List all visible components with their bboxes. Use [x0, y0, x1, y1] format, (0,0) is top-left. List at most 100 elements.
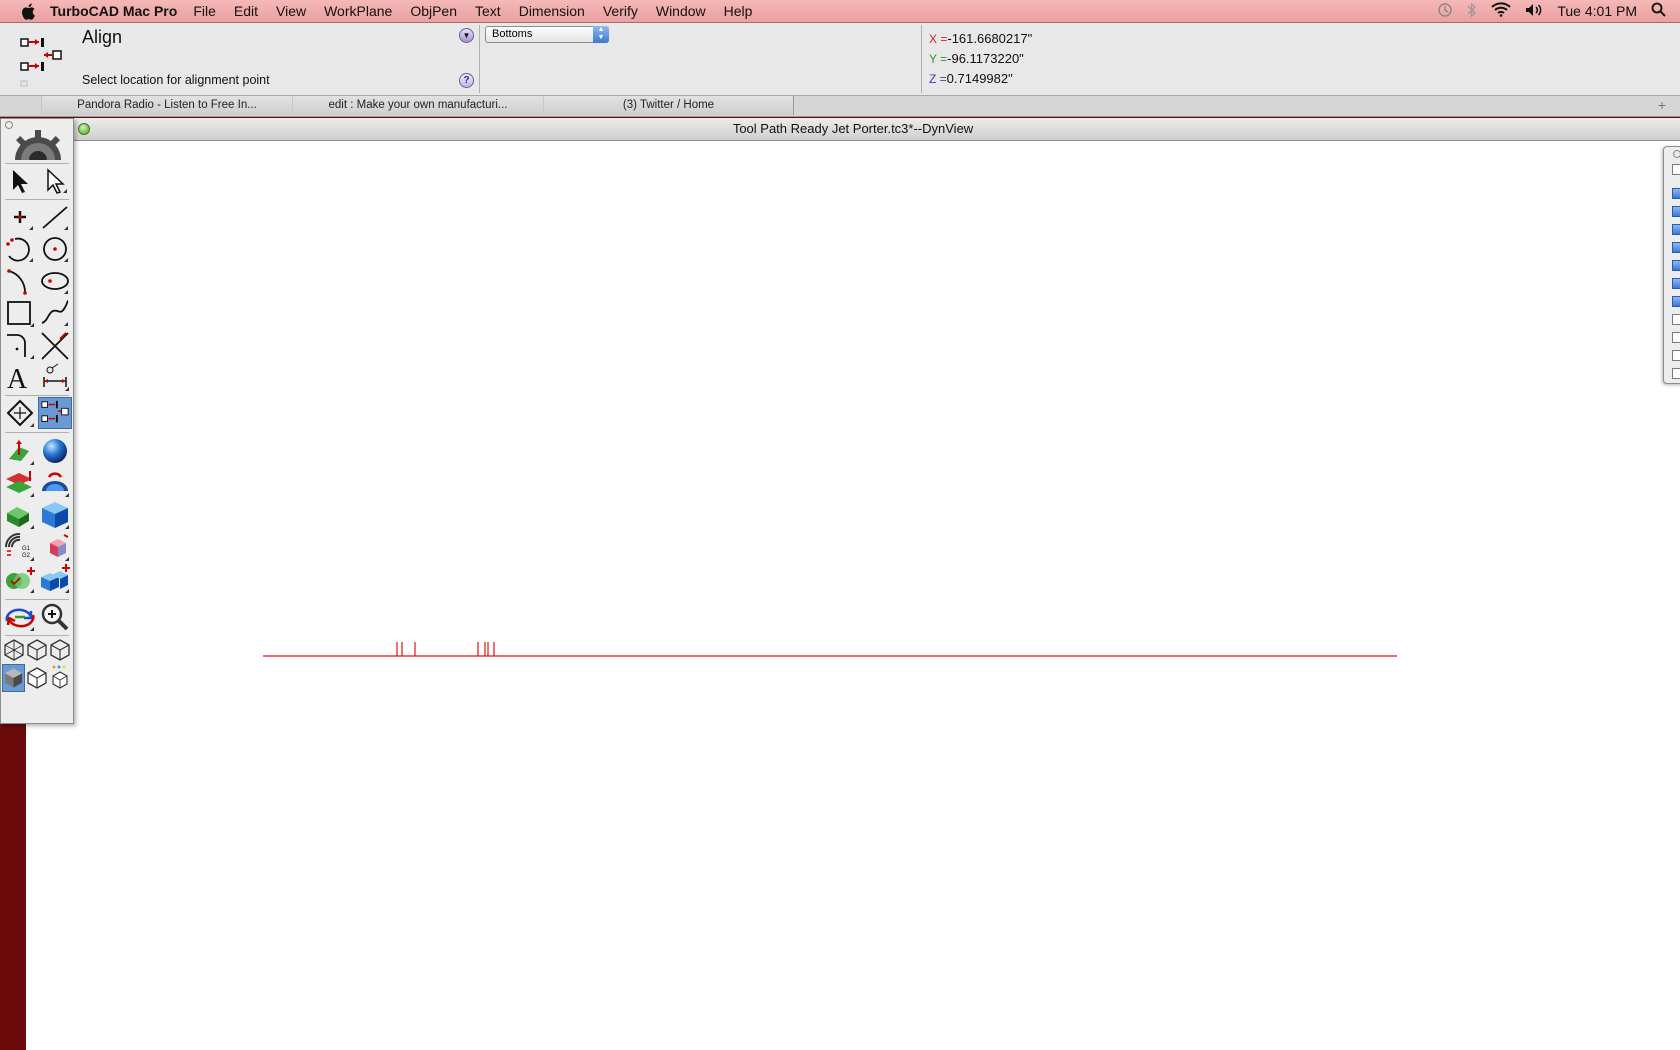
- 3d-boolean-tool-icon[interactable]: [38, 531, 72, 563]
- layer-visible-checkbox[interactable]: [1672, 278, 1680, 289]
- y-coordinate-label: Y =: [929, 52, 948, 66]
- layer-checkbox[interactable]: [1672, 164, 1680, 175]
- menu-help[interactable]: Help: [724, 3, 753, 19]
- menu-objpen[interactable]: ObjPen: [410, 3, 457, 19]
- 3d-revolve-tool-icon[interactable]: [3, 467, 37, 499]
- drawing-canvas[interactable]: [26, 141, 1680, 1050]
- gear-icon[interactable]: [9, 130, 67, 160]
- drawing-window: Tool Path Ready Jet Porter.tc3*--DynView: [26, 118, 1680, 1050]
- svg-text:G2: G2: [22, 553, 31, 559]
- render-settings-view-icon[interactable]: [49, 664, 71, 690]
- line-tool-icon[interactable]: [38, 201, 72, 233]
- layer-visible-checkbox[interactable]: [1672, 296, 1680, 307]
- palette-divider: [5, 163, 69, 164]
- menu-text[interactable]: Text: [475, 3, 501, 19]
- rotate-view-tool-icon[interactable]: [3, 601, 37, 633]
- palette-divider: [5, 432, 69, 433]
- x-coordinate-label: X =: [929, 32, 948, 46]
- layer-visible-checkbox[interactable]: [1672, 350, 1680, 361]
- select-arrow-icon[interactable]: [3, 165, 37, 197]
- dimension-tool-icon[interactable]: [38, 361, 72, 393]
- shaded-render-view-button[interactable]: [2, 664, 25, 692]
- zoom-window-button[interactable]: [78, 123, 90, 135]
- layer-visible-checkbox[interactable]: [1672, 242, 1680, 253]
- cam-toolpath-tool-icon[interactable]: G1G2: [3, 531, 37, 563]
- layer-visible-checkbox[interactable]: [1672, 224, 1680, 235]
- tab-twitter[interactable]: (3) Twitter / Home: [543, 96, 794, 115]
- ellipse-tool-icon[interactable]: [38, 265, 72, 297]
- layer-visible-checkbox[interactable]: [1672, 188, 1680, 199]
- tool-palette: A G1 G2: [0, 118, 74, 724]
- y-coordinate: Y =-96.1173220": [929, 51, 1024, 66]
- menubar-clock[interactable]: Tue 4:01 PM: [1557, 3, 1637, 19]
- layer-visible-checkbox[interactable]: [1672, 314, 1680, 325]
- layer-visible-checkbox[interactable]: [1672, 368, 1680, 379]
- document-titlebar[interactable]: Tool Path Ready Jet Porter.tc3*--DynView: [26, 118, 1680, 141]
- menu-view[interactable]: View: [276, 3, 306, 19]
- text-tool-icon[interactable]: A: [3, 361, 37, 393]
- apple-menu-icon[interactable]: [18, 3, 38, 20]
- layers-panel-close-icon[interactable]: [1673, 150, 1680, 158]
- app-menu[interactable]: TurboCAD Mac Pro: [50, 3, 177, 19]
- help-icon[interactable]: ?: [459, 73, 474, 88]
- inspector-divider: [479, 25, 480, 93]
- 3d-loft-tool-icon[interactable]: [3, 499, 37, 531]
- wifi-icon[interactable]: [1491, 2, 1512, 20]
- 3d-extrude-tool-icon[interactable]: [3, 435, 37, 467]
- menu-bar: TurboCAD Mac Pro File Edit View WorkPlan…: [0, 0, 1680, 23]
- align-mode-value: Bottoms: [492, 28, 533, 40]
- menu-window[interactable]: Window: [656, 3, 706, 19]
- align-icon: [41, 400, 69, 423]
- tab-make-manufacturing[interactable]: edit : Make your own manufacturi...: [292, 96, 544, 115]
- select-arrows-icon: ▲ ▼: [593, 26, 609, 43]
- isometric-wireframe-view-icon[interactable]: [3, 638, 25, 662]
- tool-prompt: Select location for alignment point: [82, 73, 270, 87]
- layer-visible-checkbox[interactable]: [1672, 332, 1680, 343]
- menu-dimension[interactable]: Dimension: [519, 3, 585, 19]
- layers-panel: [1663, 146, 1680, 384]
- align-mode-select[interactable]: Bottoms ▲ ▼: [485, 26, 609, 43]
- isometric-hidden-view-icon[interactable]: [26, 638, 48, 662]
- circle-tool-icon[interactable]: [3, 233, 37, 265]
- layer-visible-checkbox[interactable]: [1672, 206, 1680, 217]
- menu-verify[interactable]: Verify: [603, 3, 638, 19]
- x-coordinate-value: -161.6680217": [947, 31, 1033, 46]
- rectangle-tool-icon[interactable]: [3, 297, 37, 329]
- 3d-add-solid-tool-icon[interactable]: [38, 563, 72, 595]
- select-edit-arrow-icon[interactable]: [38, 165, 72, 197]
- volume-icon[interactable]: [1525, 3, 1543, 20]
- z-coordinate: Z =0.7149982": [929, 71, 1013, 86]
- menu-edit[interactable]: Edit: [234, 3, 258, 19]
- shaded-cube-icon: [4, 668, 23, 688]
- tab-pandora[interactable]: Pandora Radio - Listen to Free In...: [41, 96, 293, 115]
- align-tool-button[interactable]: [38, 397, 72, 429]
- inspector-bar: Align Select location for alignment poin…: [0, 23, 1680, 96]
- bluetooth-icon[interactable]: [1467, 1, 1477, 21]
- palette-divider: [5, 599, 69, 600]
- wireframe-cube-icon[interactable]: [26, 666, 48, 690]
- point-tool-icon[interactable]: [3, 201, 37, 233]
- circle-center-tool-icon[interactable]: [38, 233, 72, 265]
- time-machine-icon[interactable]: [1437, 2, 1453, 21]
- tool-options-dropdown-icon[interactable]: ▼: [459, 28, 474, 43]
- zoom-magnifier-icon[interactable]: [38, 601, 72, 633]
- trim-tool-icon[interactable]: [38, 329, 72, 361]
- new-tab-icon[interactable]: +: [1658, 97, 1666, 113]
- 3d-shell-tool-icon[interactable]: [38, 467, 72, 499]
- 3d-box-tool-icon[interactable]: [38, 499, 72, 531]
- layer-visible-checkbox[interactable]: [1672, 260, 1680, 271]
- sphere-tool-icon[interactable]: [38, 435, 72, 467]
- arc-tool-icon[interactable]: [3, 265, 37, 297]
- document-title: Tool Path Ready Jet Porter.tc3*--DynView: [732, 121, 974, 136]
- isometric-view-icon[interactable]: [49, 638, 71, 662]
- spline-tool-icon[interactable]: [38, 297, 72, 329]
- 3d-fillet-edge-tool-icon[interactable]: [3, 563, 37, 595]
- palette-close-icon[interactable]: [5, 121, 13, 129]
- x-coordinate: X =-161.6680217": [929, 31, 1032, 46]
- menu-workplane[interactable]: WorkPlane: [324, 3, 392, 19]
- fillet-tool-icon[interactable]: [3, 329, 37, 361]
- transform-tool-icon[interactable]: [3, 397, 37, 429]
- spotlight-search-icon[interactable]: [1651, 2, 1666, 20]
- align-tool-icon: [20, 38, 62, 87]
- menu-file[interactable]: File: [193, 3, 216, 19]
